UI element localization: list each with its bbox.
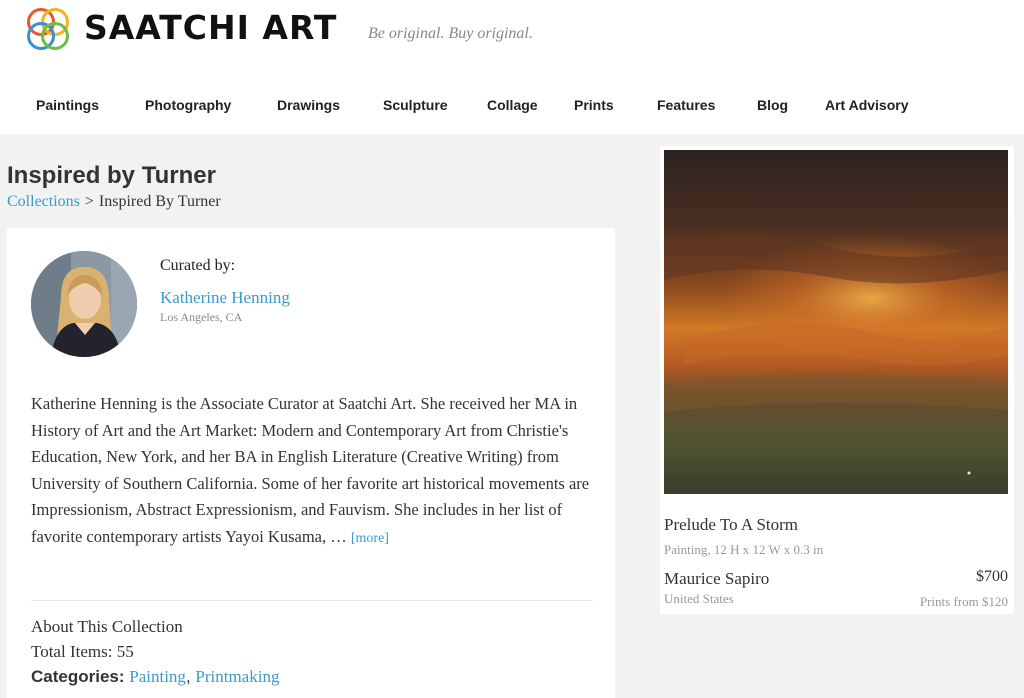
nav-item-features[interactable]: Features — [657, 97, 715, 113]
nav-item-drawings[interactable]: Drawings — [277, 97, 340, 113]
total-items-label: Total Items: — [31, 642, 113, 661]
curator-avatar[interactable] — [31, 251, 137, 357]
breadcrumb-separator: > — [84, 193, 94, 210]
total-items-value: 55 — [116, 642, 134, 661]
nav-item-blog[interactable]: Blog — [757, 97, 788, 113]
curator-name-link[interactable]: Katherine Henning — [160, 288, 290, 308]
saatchi-logo-icon[interactable] — [24, 4, 72, 54]
category-link-painting[interactable]: Painting — [129, 667, 186, 686]
section-divider — [31, 600, 593, 601]
breadcrumb-current: Inspired By Turner — [98, 193, 221, 210]
more-link[interactable]: [more] — [351, 531, 389, 546]
curator-location: Los Angeles, CA — [160, 310, 243, 324]
category-link-printmaking[interactable]: Printmaking — [195, 667, 279, 686]
nav-item-prints[interactable]: Prints — [574, 97, 614, 113]
artwork-details: Painting, 12 H x 12 W x 0.3 in — [664, 542, 824, 557]
site-header: SAATCHI ART Be original. Buy original. P… — [0, 0, 1024, 134]
curated-by-label: Curated by: — [160, 257, 236, 274]
categories-row: Categories: Painting, Printmaking — [31, 667, 279, 687]
nav-item-art-advisory[interactable]: Art Advisory — [825, 97, 909, 113]
artwork-title-link[interactable]: Prelude To A Storm — [664, 515, 798, 535]
artist-country: United States — [664, 591, 734, 606]
category-separator: , — [185, 667, 196, 686]
curator-photo-icon — [31, 251, 137, 357]
artwork-card: Prelude To A Storm Painting, 12 H x 12 W… — [660, 146, 1014, 614]
breadcrumb: Collections > Inspired By Turner — [7, 193, 221, 211]
tagline: Be original. Buy original. — [368, 25, 533, 42]
curator-card: Curated by: Katherine Henning Los Angele… — [7, 228, 615, 698]
nav-item-collage[interactable]: Collage — [487, 97, 538, 113]
curator-bio-text: Katherine Henning is the Associate Curat… — [31, 394, 590, 546]
nav-item-paintings[interactable]: Paintings — [36, 97, 99, 113]
total-items: Total Items: 55 — [31, 642, 134, 662]
artwork-price: $700 — [976, 568, 1008, 585]
prints-price[interactable]: Prints from $120 — [920, 594, 1008, 610]
page-title: Inspired by Turner — [7, 162, 216, 189]
artwork-image[interactable] — [664, 150, 1008, 494]
artwork-painting-icon — [664, 150, 1008, 494]
brand-name[interactable]: SAATCHI ART — [84, 8, 337, 48]
artist-name-link[interactable]: Maurice Sapiro — [664, 569, 769, 589]
breadcrumb-collections-link[interactable]: Collections — [7, 193, 80, 210]
about-collection-heading: About This Collection — [31, 617, 183, 636]
categories-label: Categories: — [31, 667, 125, 686]
nav-item-sculpture[interactable]: Sculpture — [383, 97, 448, 113]
curator-bio: Katherine Henning is the Associate Curat… — [31, 391, 601, 552]
nav-item-photography[interactable]: Photography — [145, 97, 231, 113]
